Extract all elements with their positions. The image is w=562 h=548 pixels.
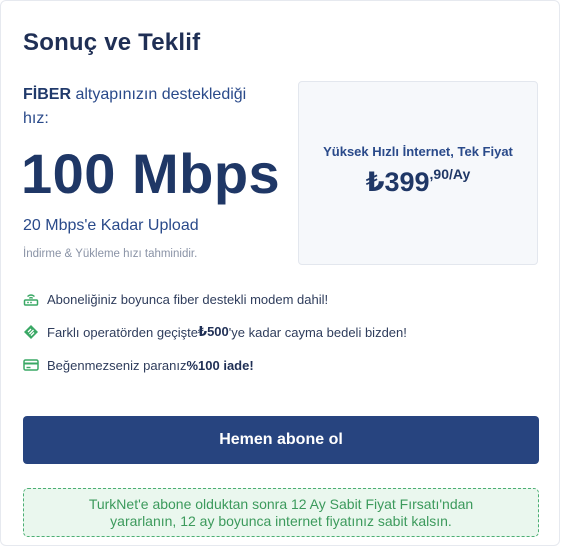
feature-switch-fee-pre: Farklı operatörden geçişte <box>47 324 199 340</box>
feature-modem-text: Aboneliğiniz boyunca fiber destekli mode… <box>47 291 329 307</box>
speed-value: 100 Mbps <box>21 142 281 205</box>
infrastructure-text: FİBER altyapınızın desteklediği hız: <box>23 83 273 131</box>
page-title: Sonuç ve Teklif <box>23 29 201 56</box>
price-main: ₺399 <box>365 167 430 197</box>
offer-title: Yüksek Hızlı İnternet, Tek Fiyat <box>323 144 513 159</box>
subscribe-button[interactable]: Hemen abone ol <box>23 416 539 464</box>
feature-switch-fee-amount: ₺500 <box>198 324 229 339</box>
card-icon <box>23 357 39 373</box>
feature-switch-fee-post: 'ye kadar cayma bedeli bizden! <box>228 324 407 340</box>
price-suffix: ,90/Ay <box>429 166 471 182</box>
modem-icon <box>23 291 39 307</box>
feature-refund-bold: %100 iade! <box>186 357 254 373</box>
feature-modem: Aboneliğiniz boyunca fiber destekli mode… <box>23 289 328 309</box>
offer-box: Yüksek Hızlı İnternet, Tek Fiyat ₺399,90… <box>298 81 538 265</box>
estimate-note: İndirme & Yükleme hızı tahminidir. <box>23 248 198 260</box>
feature-refund: Beğenmezseniz paranız %100 iade! <box>23 355 254 375</box>
upload-speed: 20 Mbps'e Kadar Upload <box>23 217 199 234</box>
offer-price: ₺399,90/Ay <box>299 166 537 198</box>
result-card: Sonuç ve Teklif FİBER altyapınızın deste… <box>0 0 560 546</box>
tag-icon <box>23 324 39 340</box>
fixed-price-notice: TurkNet'e abone olduktan sonra 12 Ay Sab… <box>23 488 539 537</box>
feature-switch-fee: Farklı operatörden geçişte ₺500'ye kadar… <box>23 322 407 342</box>
feature-refund-pre: Beğenmezseniz paranız <box>47 357 187 373</box>
infrastructure-type: FİBER <box>23 86 71 103</box>
